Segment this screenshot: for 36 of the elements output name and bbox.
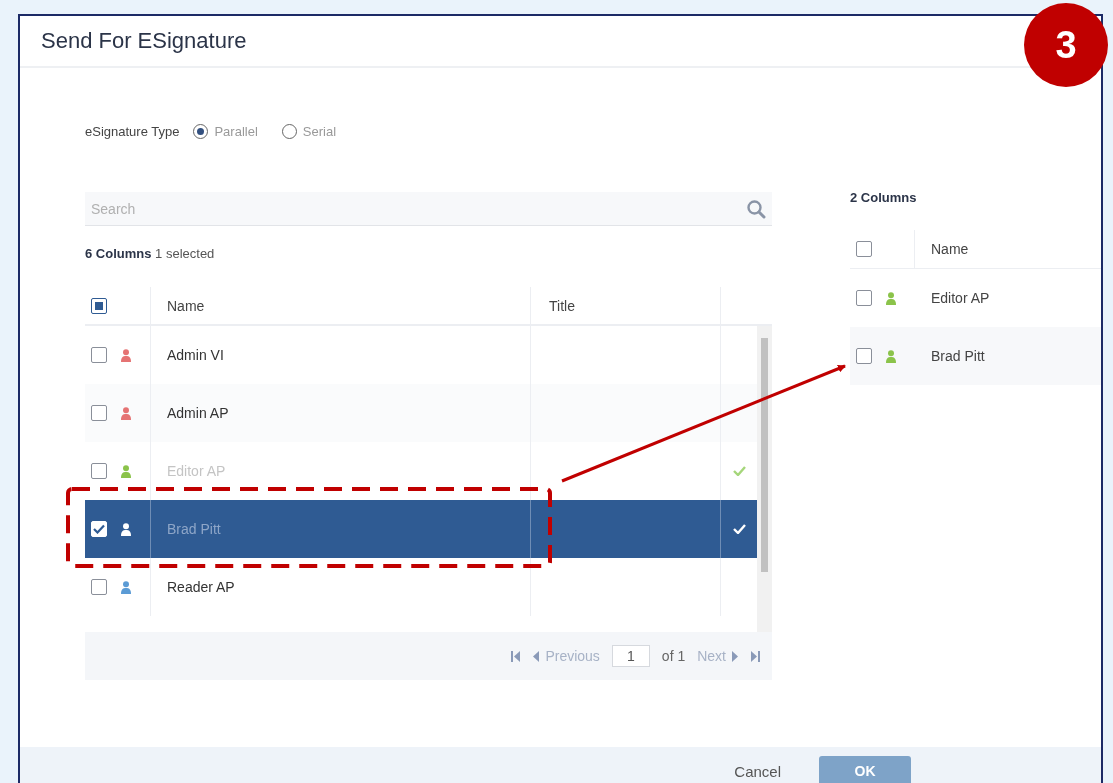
checkbox[interactable]	[856, 348, 872, 364]
user-name: Admin AP	[167, 405, 229, 421]
scrollbar[interactable]	[757, 326, 772, 632]
user-name: Editor AP	[167, 463, 226, 479]
checkbox[interactable]	[856, 290, 872, 306]
step-badge: 3	[1024, 3, 1108, 87]
first-page-icon[interactable]	[511, 650, 521, 662]
column-header[interactable]: Name	[150, 287, 530, 324]
page-total: of 1	[661, 648, 686, 664]
user-name: Reader AP	[167, 579, 235, 595]
checkbox[interactable]	[91, 579, 107, 595]
caret-icon[interactable]	[730, 650, 739, 662]
table-row[interactable]: Editor AP	[850, 269, 1101, 327]
selection-summary: 6 Columns 1 selected	[85, 246, 216, 263]
user-name: Editor AP	[931, 290, 990, 306]
column-count: 2 Columns	[850, 190, 918, 207]
field-label: eSignature Type	[85, 123, 180, 139]
column-header[interactable]: Name	[914, 230, 1101, 268]
cancel-button[interactable]: Cancel	[732, 759, 783, 783]
last-page-icon[interactable]	[751, 650, 760, 662]
table-row[interactable]: Admin AP	[85, 384, 757, 442]
checkbox[interactable]	[856, 241, 872, 257]
user-name: Admin VI	[167, 347, 224, 363]
checkbox[interactable]	[91, 405, 107, 421]
checkbox[interactable]	[91, 347, 107, 363]
page-field[interactable]: 1	[611, 645, 650, 667]
search-field[interactable]: Search	[85, 192, 772, 226]
person-icon	[121, 522, 131, 536]
caret-icon[interactable]	[532, 650, 542, 662]
table-row[interactable]: Brad Pitt	[850, 327, 1101, 385]
dialog-title: Send For ESignature	[41, 28, 247, 54]
user-name: Brad Pitt	[931, 348, 985, 364]
checkbox[interactable]	[91, 297, 107, 314]
user-name: Brad Pitt	[167, 521, 221, 537]
column-header[interactable]: Title	[530, 287, 720, 324]
search-icon	[746, 199, 766, 219]
